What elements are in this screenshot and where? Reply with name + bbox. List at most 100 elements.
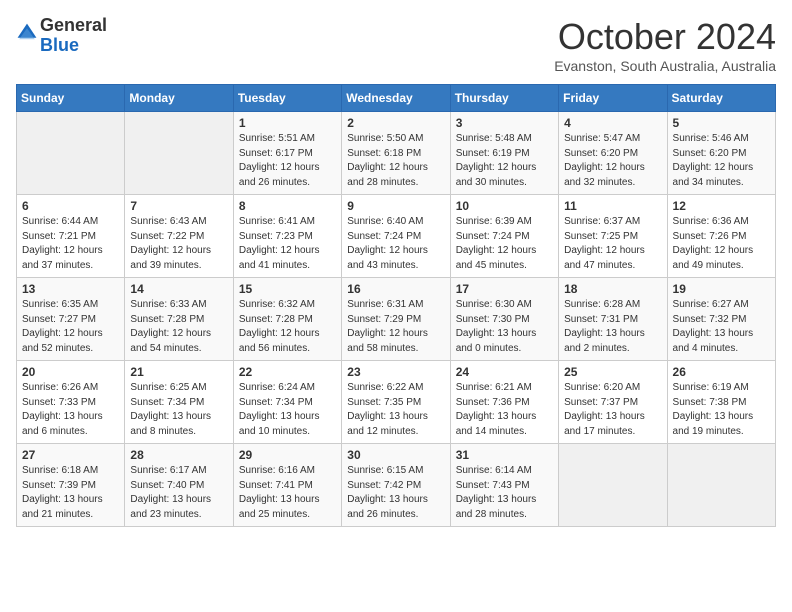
calendar-cell: 20Sunrise: 6:26 AM Sunset: 7:33 PM Dayli… bbox=[17, 361, 125, 444]
day-info: Sunrise: 6:32 AM Sunset: 7:28 PM Dayligh… bbox=[239, 298, 336, 356]
month-title: October 2024 bbox=[554, 16, 776, 58]
day-number: 12 bbox=[673, 199, 770, 213]
calendar-cell: 14 Sunrise: 6:33 AM Sunset: 7:28 PM Dayli… bbox=[125, 278, 233, 361]
day-info: Sunrise: 6:26 AM Sunset: 7:33 PM Dayligh… bbox=[22, 381, 119, 439]
day-info: Sunrise: 6:25 AM Sunset: 7:34 PM Dayligh… bbox=[130, 381, 227, 439]
day-number: 16 bbox=[347, 282, 444, 296]
day-number: 7 bbox=[130, 199, 227, 213]
logo-general-text: General bbox=[40, 15, 107, 35]
day-number: 8 bbox=[239, 199, 336, 213]
calendar-cell bbox=[17, 112, 125, 195]
day-info: Sunrise: 6:15 AM Sunset: 7:42 PM Dayligh… bbox=[347, 464, 444, 522]
calendar-cell: 17 Sunrise: 6:30 AM Sunset: 7:30 PM Dayli… bbox=[450, 278, 558, 361]
day-number: 6 bbox=[22, 199, 119, 213]
location: Evanston, South Australia, Australia bbox=[554, 58, 776, 74]
calendar-cell: 31 Sunrise: 6:14 AM Sunset: 7:43 PM Dayli… bbox=[450, 444, 558, 527]
calendar-cell: 11Sunrise: 6:37 AM Sunset: 7:25 PM Dayli… bbox=[559, 195, 667, 278]
calendar-cell: 25 Sunrise: 6:20 AM Sunset: 7:37 PM Dayli… bbox=[559, 361, 667, 444]
day-info: Sunrise: 6:24 AM Sunset: 7:34 PM Dayligh… bbox=[239, 381, 336, 439]
day-info: Sunrise: 6:18 AM Sunset: 7:39 PM Dayligh… bbox=[22, 464, 119, 522]
calendar-header: SundayMondayTuesdayWednesdayThursdayFrid… bbox=[17, 85, 776, 112]
day-number: 13 bbox=[22, 282, 119, 296]
calendar-cell bbox=[125, 112, 233, 195]
page-header: General Blue October 2024 Evanston, Sout… bbox=[16, 16, 776, 74]
day-info: Sunrise: 6:39 AM Sunset: 7:24 PM Dayligh… bbox=[456, 215, 553, 273]
logo-icon bbox=[16, 22, 38, 44]
day-number: 2 bbox=[347, 116, 444, 130]
day-number: 22 bbox=[239, 365, 336, 379]
day-info: Sunrise: 5:47 AM Sunset: 6:20 PM Dayligh… bbox=[564, 132, 661, 190]
calendar-cell: 29Sunrise: 6:16 AM Sunset: 7:41 PM Dayli… bbox=[233, 444, 341, 527]
calendar-cell: 24Sunrise: 6:21 AM Sunset: 7:36 PM Dayli… bbox=[450, 361, 558, 444]
day-header-thursday: Thursday bbox=[450, 85, 558, 112]
day-number: 9 bbox=[347, 199, 444, 213]
calendar-cell bbox=[667, 444, 775, 527]
calendar-cell: 30 Sunrise: 6:15 AM Sunset: 7:42 PM Dayli… bbox=[342, 444, 450, 527]
day-number: 3 bbox=[456, 116, 553, 130]
calendar-cell: 2 Sunrise: 5:50 AM Sunset: 6:18 PM Daylig… bbox=[342, 112, 450, 195]
day-number: 14 bbox=[130, 282, 227, 296]
day-number: 19 bbox=[673, 282, 770, 296]
day-info: Sunrise: 5:46 AM Sunset: 6:20 PM Dayligh… bbox=[673, 132, 770, 190]
day-info: Sunrise: 6:43 AM Sunset: 7:22 PM Dayligh… bbox=[130, 215, 227, 273]
calendar-week-3: 13Sunrise: 6:35 AM Sunset: 7:27 PM Dayli… bbox=[17, 278, 776, 361]
calendar-week-2: 6 Sunrise: 6:44 AM Sunset: 7:21 PM Daylig… bbox=[17, 195, 776, 278]
day-header-monday: Monday bbox=[125, 85, 233, 112]
day-info: Sunrise: 6:31 AM Sunset: 7:29 PM Dayligh… bbox=[347, 298, 444, 356]
day-number: 28 bbox=[130, 448, 227, 462]
day-number: 15 bbox=[239, 282, 336, 296]
calendar-cell: 1Sunrise: 5:51 AM Sunset: 6:17 PM Daylig… bbox=[233, 112, 341, 195]
calendar-week-4: 20Sunrise: 6:26 AM Sunset: 7:33 PM Dayli… bbox=[17, 361, 776, 444]
day-info: Sunrise: 6:17 AM Sunset: 7:40 PM Dayligh… bbox=[130, 464, 227, 522]
calendar-cell: 21 Sunrise: 6:25 AM Sunset: 7:34 PM Dayli… bbox=[125, 361, 233, 444]
calendar-cell: 4Sunrise: 5:47 AM Sunset: 6:20 PM Daylig… bbox=[559, 112, 667, 195]
day-number: 29 bbox=[239, 448, 336, 462]
calendar-body: 1Sunrise: 5:51 AM Sunset: 6:17 PM Daylig… bbox=[17, 112, 776, 527]
calendar-cell: 19Sunrise: 6:27 AM Sunset: 7:32 PM Dayli… bbox=[667, 278, 775, 361]
logo-blue-text: Blue bbox=[40, 35, 79, 55]
day-number: 30 bbox=[347, 448, 444, 462]
calendar-cell: 8 Sunrise: 6:41 AM Sunset: 7:23 PM Daylig… bbox=[233, 195, 341, 278]
day-number: 18 bbox=[564, 282, 661, 296]
title-block: October 2024 Evanston, South Australia, … bbox=[554, 16, 776, 74]
calendar-cell: 12 Sunrise: 6:36 AM Sunset: 7:26 PM Dayli… bbox=[667, 195, 775, 278]
day-info: Sunrise: 5:48 AM Sunset: 6:19 PM Dayligh… bbox=[456, 132, 553, 190]
calendar-cell: 16 Sunrise: 6:31 AM Sunset: 7:29 PM Dayli… bbox=[342, 278, 450, 361]
calendar-week-1: 1Sunrise: 5:51 AM Sunset: 6:17 PM Daylig… bbox=[17, 112, 776, 195]
calendar-cell: 7 Sunrise: 6:43 AM Sunset: 7:22 PM Daylig… bbox=[125, 195, 233, 278]
calendar-cell: 5 Sunrise: 5:46 AM Sunset: 6:20 PM Daylig… bbox=[667, 112, 775, 195]
day-info: Sunrise: 5:50 AM Sunset: 6:18 PM Dayligh… bbox=[347, 132, 444, 190]
calendar-cell: 26Sunrise: 6:19 AM Sunset: 7:38 PM Dayli… bbox=[667, 361, 775, 444]
day-info: Sunrise: 6:36 AM Sunset: 7:26 PM Dayligh… bbox=[673, 215, 770, 273]
calendar-cell: 3 Sunrise: 5:48 AM Sunset: 6:19 PM Daylig… bbox=[450, 112, 558, 195]
day-header-wednesday: Wednesday bbox=[342, 85, 450, 112]
calendar-cell: 10 Sunrise: 6:39 AM Sunset: 7:24 PM Dayli… bbox=[450, 195, 558, 278]
day-number: 26 bbox=[673, 365, 770, 379]
day-info: Sunrise: 6:33 AM Sunset: 7:28 PM Dayligh… bbox=[130, 298, 227, 356]
day-number: 31 bbox=[456, 448, 553, 462]
day-info: Sunrise: 5:51 AM Sunset: 6:17 PM Dayligh… bbox=[239, 132, 336, 190]
day-header-sunday: Sunday bbox=[17, 85, 125, 112]
day-info: Sunrise: 6:41 AM Sunset: 7:23 PM Dayligh… bbox=[239, 215, 336, 273]
day-number: 5 bbox=[673, 116, 770, 130]
day-info: Sunrise: 6:14 AM Sunset: 7:43 PM Dayligh… bbox=[456, 464, 553, 522]
day-header-friday: Friday bbox=[559, 85, 667, 112]
calendar-cell: 23Sunrise: 6:22 AM Sunset: 7:35 PM Dayli… bbox=[342, 361, 450, 444]
day-info: Sunrise: 6:20 AM Sunset: 7:37 PM Dayligh… bbox=[564, 381, 661, 439]
calendar-week-5: 27 Sunrise: 6:18 AM Sunset: 7:39 PM Dayli… bbox=[17, 444, 776, 527]
day-number: 10 bbox=[456, 199, 553, 213]
day-number: 23 bbox=[347, 365, 444, 379]
day-info: Sunrise: 6:30 AM Sunset: 7:30 PM Dayligh… bbox=[456, 298, 553, 356]
header-row: SundayMondayTuesdayWednesdayThursdayFrid… bbox=[17, 85, 776, 112]
calendar-table: SundayMondayTuesdayWednesdayThursdayFrid… bbox=[16, 84, 776, 527]
day-number: 21 bbox=[130, 365, 227, 379]
calendar-cell: 15 Sunrise: 6:32 AM Sunset: 7:28 PM Dayli… bbox=[233, 278, 341, 361]
day-number: 17 bbox=[456, 282, 553, 296]
day-number: 24 bbox=[456, 365, 553, 379]
day-info: Sunrise: 6:44 AM Sunset: 7:21 PM Dayligh… bbox=[22, 215, 119, 273]
logo: General Blue bbox=[16, 16, 107, 56]
day-number: 27 bbox=[22, 448, 119, 462]
calendar-cell: 9Sunrise: 6:40 AM Sunset: 7:24 PM Daylig… bbox=[342, 195, 450, 278]
day-number: 25 bbox=[564, 365, 661, 379]
calendar-cell: 27 Sunrise: 6:18 AM Sunset: 7:39 PM Dayli… bbox=[17, 444, 125, 527]
